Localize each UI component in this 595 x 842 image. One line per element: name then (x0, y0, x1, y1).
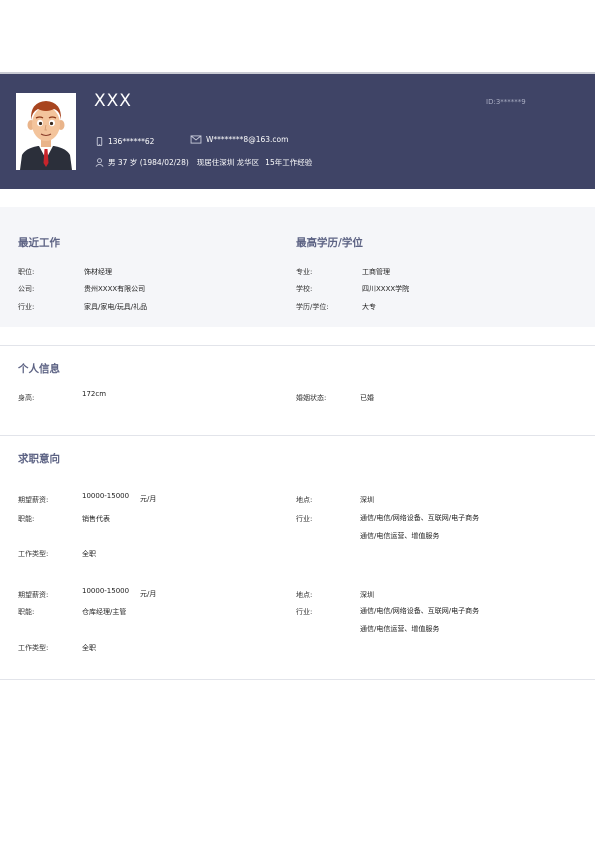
salary-value: 10000-15000 (82, 587, 130, 595)
job-intention-title: 求职意向 (18, 453, 60, 465)
work-experience: 15年工作经验 (265, 158, 313, 167)
function-value: 销售代表 (82, 515, 110, 523)
education-label: 学历/学位: (296, 303, 329, 311)
industry-value: 通信/电信运营、增值服务 (360, 532, 440, 540)
height-value: 172cm (82, 390, 107, 398)
education-value: 工商管理 (362, 268, 390, 276)
mail-icon (190, 135, 202, 144)
industry-value: 通信/电信/网络设备、互联网/电子商务 (360, 607, 480, 615)
education-title: 最高学历/学位 (296, 237, 363, 249)
salary-value: 10000-15000 (82, 492, 130, 500)
worktype-label: 工作类型: (18, 644, 49, 652)
function-label: 职能: (18, 515, 35, 523)
worktype-label: 工作类型: (18, 550, 49, 558)
recent-work-label: 公司: (18, 285, 35, 293)
recent-work-label: 行业: (18, 303, 35, 311)
profile-header (0, 72, 595, 189)
basic-info: 男 37 岁 (1984/02/28) (108, 158, 189, 167)
phone-number: 136******62 (108, 137, 155, 146)
recent-work-value: 饰材经理 (84, 268, 112, 276)
candidate-name: XXX (94, 91, 132, 111)
recent-work-title: 最近工作 (18, 237, 60, 249)
resume-id: ID:3******9 (486, 98, 526, 106)
industry-value: 通信/电信运营、增值服务 (360, 625, 440, 633)
avatar (16, 93, 76, 170)
email-row: W********8@163.com (190, 135, 288, 144)
education-value: 四川XXXX学院 (362, 285, 410, 293)
salary-unit: 元/月 (140, 590, 157, 598)
industry-label: 行业: (296, 515, 313, 523)
section-divider (0, 435, 595, 436)
personal-info-title: 个人信息 (18, 363, 60, 375)
marital-label: 婚姻状态: (296, 394, 327, 402)
location-label: 地点: (296, 496, 313, 504)
phone-icon (96, 137, 103, 146)
worktype-value: 全职 (82, 550, 96, 558)
section-divider (0, 679, 595, 680)
email-address: W********8@163.com (206, 135, 289, 144)
residence: 现居住深圳 龙华区 (196, 158, 260, 167)
phone-row: 136******62 (95, 137, 154, 146)
education-label: 专业: (296, 268, 313, 276)
function-value: 仓库经理/主管 (82, 608, 127, 616)
salary-label: 期望薪资: (18, 591, 49, 599)
salary-unit: 元/月 (140, 495, 157, 503)
education-value: 大专 (362, 303, 376, 311)
location-label: 地点: (296, 591, 313, 599)
avatar-illustration (16, 93, 76, 170)
industry-label: 行业: (296, 608, 313, 616)
height-label: 身高: (18, 394, 35, 402)
salary-label: 期望薪资: (18, 496, 49, 504)
industry-value: 通信/电信/网络设备、互联网/电子商务 (360, 514, 480, 522)
user-icon (95, 158, 104, 167)
function-label: 职能: (18, 608, 35, 616)
education-label: 学校: (296, 285, 313, 293)
basic-info-row: 男 37 岁 (1984/02/28) 现居住深圳 龙华区 15年工作经验 (95, 157, 312, 168)
recent-work-value: 家具/家电/玩具/礼品 (84, 303, 148, 311)
location-value: 深圳 (360, 591, 374, 599)
recent-work-label: 职位: (18, 268, 35, 276)
worktype-value: 全职 (82, 644, 96, 652)
marital-value: 已婚 (360, 394, 374, 402)
recent-work-value: 贵州XXXX有限公司 (84, 285, 146, 293)
location-value: 深圳 (360, 496, 374, 504)
section-divider (0, 345, 595, 346)
